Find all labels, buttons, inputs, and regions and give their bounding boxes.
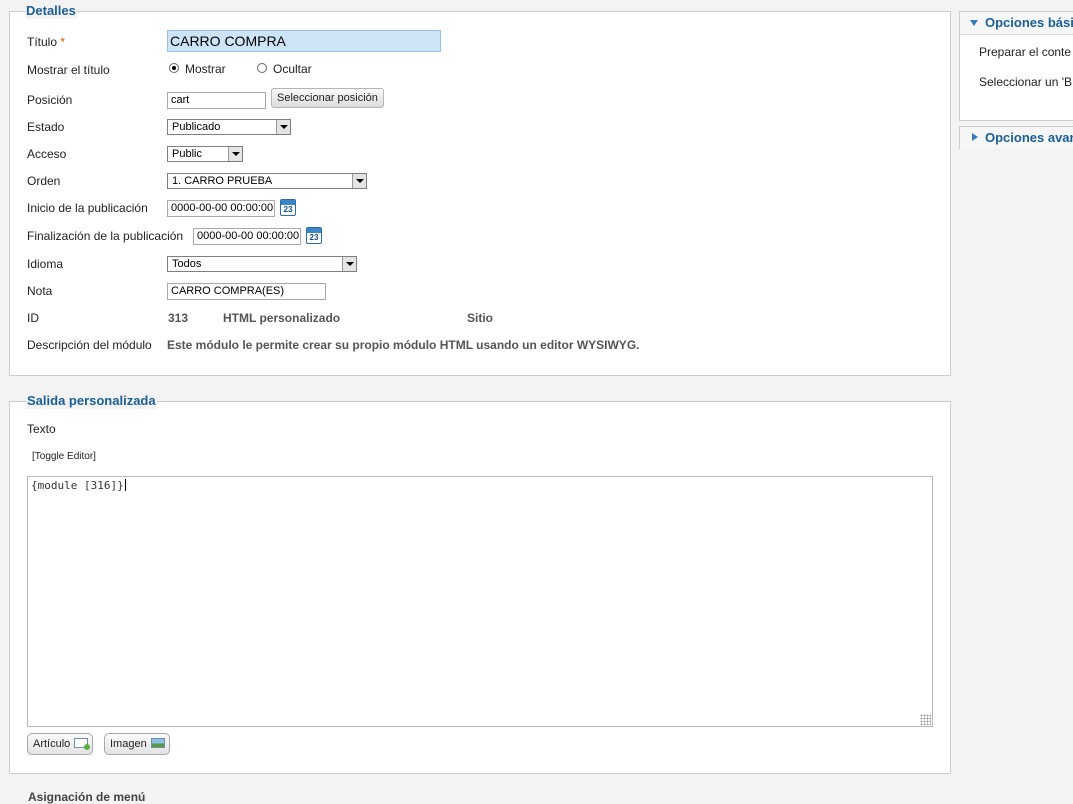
show-title-option-show: Mostrar (185, 62, 226, 76)
position-label: Posición (27, 93, 73, 107)
order-label: Orden (27, 174, 61, 188)
custom-output-panel: Salida personalizada Texto [Toggle Edito… (9, 393, 951, 774)
order-select-value: 1. CARRO PRUEBA (172, 175, 273, 187)
calendar-icon[interactable]: 23 (280, 199, 296, 216)
text-label: Texto (27, 422, 56, 436)
select-position-button[interactable]: Seleccionar posición (271, 88, 384, 108)
editor-textarea[interactable]: {module [316]} (27, 476, 933, 727)
article-button-label: Artículo (33, 738, 71, 750)
basic-options-header[interactable]: Opciones bási (960, 12, 1073, 35)
details-legend: Detalles (25, 3, 77, 19)
insert-article-button[interactable]: Artículo (27, 733, 94, 755)
client-value: Sitio (467, 311, 493, 325)
publish-end-input[interactable]: 0000-00-00 00:00:00 (193, 228, 301, 245)
advanced-options-title: Opciones avan (985, 130, 1073, 145)
chevron-down-icon (342, 257, 356, 271)
chevron-down-icon (352, 174, 366, 188)
note-label: Nota (27, 284, 53, 298)
custom-output-legend: Salida personalizada (26, 393, 157, 409)
menu-assignment-heading: Asignación de menú (28, 790, 146, 804)
basic-options-panel: Opciones bási Preparar el conte Seleccio… (959, 11, 1073, 121)
access-select[interactable]: Public (167, 146, 243, 162)
order-select[interactable]: 1. CARRO PRUEBA (167, 173, 367, 189)
status-label: Estado (27, 120, 65, 134)
title-input[interactable]: CARRO COMPRA (167, 30, 441, 52)
show-title-option-hide: Ocultar (273, 62, 312, 76)
id-label: ID (27, 311, 39, 325)
advanced-options-panel: Opciones avan (959, 126, 1073, 149)
toggle-editor-link[interactable]: [Toggle Editor] (32, 450, 96, 464)
article-icon (74, 738, 91, 750)
insert-image-button[interactable]: Imagen (104, 733, 170, 755)
description-value: Este módulo le permite crear su propio m… (167, 338, 640, 352)
publish-end-label: Finalización de la publicación (27, 229, 184, 243)
publish-start-input[interactable]: 0000-00-00 00:00:00 (167, 200, 275, 217)
advanced-options-header[interactable]: Opciones avan (960, 127, 1073, 149)
publish-start-label: Inicio de la publicación (27, 201, 148, 215)
status-select-value: Publicado (172, 121, 221, 133)
expanded-arrow-icon (970, 20, 978, 26)
basic-options-line-2: Seleccionar un 'B (979, 75, 1073, 89)
text-caret (124, 479, 126, 491)
required-mark: * (60, 35, 66, 49)
title-label-text: Título (27, 35, 58, 49)
image-icon (150, 738, 165, 748)
show-title-radio-hide[interactable] (257, 63, 267, 73)
collapsed-arrow-icon (972, 133, 978, 141)
resize-handle-icon[interactable] (920, 714, 931, 725)
language-select[interactable]: Todos (167, 256, 357, 272)
show-title-label: Mostrar el título (27, 63, 110, 77)
note-input[interactable]: CARRO COMPRA(ES) (167, 283, 326, 300)
calendar-icon[interactable]: 23 (306, 227, 322, 244)
basic-options-line-1: Preparar el conte (979, 45, 1072, 59)
title-label: Título * (27, 35, 65, 49)
chevron-down-icon (276, 120, 290, 134)
details-panel: Detalles Título * CARRO COMPRA Mostrar e… (9, 3, 951, 376)
description-label: Descripción del módulo (27, 338, 152, 352)
language-select-value: Todos (172, 258, 202, 270)
access-label: Acceso (27, 147, 67, 161)
image-button-label: Imagen (110, 738, 147, 750)
editor-content: {module [316]} (31, 479, 124, 492)
language-label: Idioma (27, 257, 64, 271)
access-select-value: Public (172, 148, 202, 160)
position-input[interactable]: cart (167, 92, 266, 109)
id-value: 313 (168, 311, 189, 325)
status-select[interactable]: Publicado (167, 119, 291, 135)
show-title-radio-show[interactable] (169, 63, 179, 73)
basic-options-title: Opciones bási (985, 15, 1073, 30)
module-type: HTML personalizado (223, 311, 341, 325)
chevron-down-icon (228, 147, 242, 161)
